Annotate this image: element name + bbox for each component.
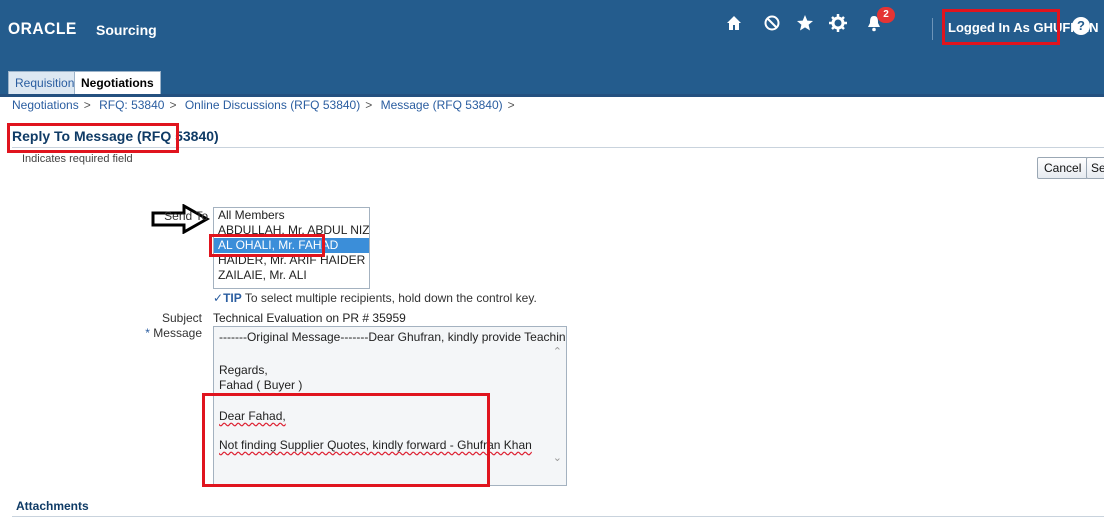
send-button[interactable]: Se	[1086, 157, 1104, 179]
tip-icon: ✓	[213, 291, 224, 305]
breadcrumb-separator: >	[365, 98, 373, 112]
recipients-listbox[interactable]: All Members ABDULLAH, Mr. ABDUL NIZAM AL…	[213, 207, 370, 289]
message-textarea[interactable]: -------Original Message-------Dear Ghufr…	[213, 326, 567, 486]
title-divider	[12, 147, 1104, 148]
message-original-line: -------Original Message-------Dear Ghufr…	[219, 330, 566, 344]
home-icon[interactable]	[722, 14, 746, 38]
breadcrumb-negotiations[interactable]: Negotiations	[12, 98, 79, 112]
attachments-heading: Attachments	[16, 499, 89, 513]
star-icon[interactable]	[793, 14, 817, 38]
page-title: Reply To Message (RFQ 53840)	[12, 128, 219, 144]
tip-text: ✓TIP To select multiple recipients, hold…	[213, 291, 537, 305]
recipient-option[interactable]: HAIDER, Mr. ARIF HAIDER	[214, 253, 369, 268]
recipient-option[interactable]: ABDULLAH, Mr. ABDUL NIZAM	[214, 223, 369, 238]
message-label-text: Message	[153, 326, 202, 340]
oracle-logo: ORACLE	[8, 19, 77, 38]
recipient-option-selected[interactable]: AL OHALI, Mr. FAHAD	[214, 238, 369, 253]
breadcrumb-separator: >	[507, 98, 515, 112]
message-reply-greeting: Dear Fahad,	[219, 409, 286, 423]
breadcrumb-separator: >	[83, 98, 91, 112]
send-to-label: Send To	[164, 209, 208, 223]
scroll-up-icon[interactable]: ⌃	[553, 345, 562, 358]
header-divider	[932, 18, 933, 40]
breadcrumb-rfq[interactable]: RFQ: 53840	[99, 98, 164, 112]
scroll-down-icon[interactable]: ⌄	[553, 451, 562, 464]
tab-negotiations[interactable]: Negotiations	[74, 71, 161, 94]
tip-label: TIP	[223, 291, 242, 305]
tip-message: To select multiple recipients, hold down…	[244, 291, 537, 305]
breadcrumb-message[interactable]: Message (RFQ 53840)	[381, 98, 503, 112]
message-regards: Regards,	[219, 363, 268, 377]
product-name: Sourcing	[96, 22, 157, 38]
notification-badge: 2	[877, 7, 895, 23]
message-reply-body: Not finding Supplier Quotes, kindly forw…	[219, 438, 532, 452]
message-label: * Message	[140, 326, 202, 340]
message-signature: Fahad ( Buyer )	[219, 378, 303, 392]
help-icon[interactable]: ?	[1072, 17, 1090, 35]
breadcrumb: Negotiations > RFQ: 53840 > Online Discuss…	[12, 98, 520, 112]
breadcrumb-separator: >	[169, 98, 177, 112]
attachments-divider	[12, 516, 1104, 517]
top-header: ORACLE Sourcing 2 Logged In As GHUFRAN ?	[0, 0, 1104, 64]
required-asterisk: *	[145, 326, 150, 340]
recipient-option[interactable]: All Members	[214, 208, 369, 223]
favorites-navigator-icon[interactable]	[760, 14, 784, 38]
tab-bar: Requisitions Negotiations	[0, 64, 1104, 97]
breadcrumb-online-discussions[interactable]: Online Discussions (RFQ 53840)	[185, 98, 360, 112]
subject-value: Technical Evaluation on PR # 35959	[213, 311, 406, 325]
subject-label: Subject	[161, 311, 202, 325]
cancel-button[interactable]: Cancel	[1037, 157, 1089, 179]
required-field-note: Indicates required field	[22, 153, 133, 165]
recipient-option[interactable]: ZAILAIE, Mr. ALI	[214, 268, 369, 283]
gear-icon[interactable]	[826, 14, 850, 38]
